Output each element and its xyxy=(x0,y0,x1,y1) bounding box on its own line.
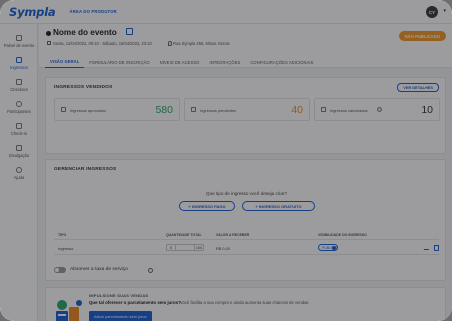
sidebar-item-label: Check-in xyxy=(10,131,28,136)
sidebar-item-label: Painel de evento xyxy=(3,43,35,48)
tab-registration-form[interactable]: FORMULÁRIO DE INSCRIÇÃO xyxy=(84,56,154,68)
stat-label: Ingressos aprovados xyxy=(70,108,107,113)
quantity-total[interactable]: 100 xyxy=(194,245,203,250)
edit-icon[interactable] xyxy=(423,245,432,250)
add-free-ticket-button[interactable]: + INGRESSO GRATUITO xyxy=(242,201,315,211)
tab-integrations[interactable]: INTEGRAÇÕES xyxy=(204,56,245,68)
absorb-fee-label: Absorver a taxa de serviço xyxy=(70,267,128,272)
location-pin-icon xyxy=(168,41,172,46)
ticket-icon xyxy=(191,107,196,112)
help-icon xyxy=(16,167,22,173)
sidebar-item-checkin[interactable]: Check-in xyxy=(0,122,38,142)
tab-access-levels[interactable]: NÍVEIS DE ACESSO xyxy=(155,56,205,68)
event-header: Nome do evento Sexta, 12/04/2022, 09:10 … xyxy=(39,24,452,68)
sidebar-item-label: Divulgação xyxy=(8,153,30,158)
event-date: Sexta, 12/04/2022, 09:10 - Sábado, 15/04… xyxy=(53,41,152,46)
view-details-button[interactable]: VER DETALHES xyxy=(397,83,439,92)
table-row: Ingresso 0 100 R$ 0,00 PÚBLICO xyxy=(54,241,439,255)
cart-icon xyxy=(16,79,22,85)
dashboard-icon xyxy=(16,35,22,41)
sympla-logo[interactable]: Sympla xyxy=(9,5,56,19)
chevron-down-icon[interactable]: ▾ xyxy=(443,8,446,14)
help-icon[interactable] xyxy=(377,107,382,112)
quantity-stepper[interactable]: 0 100 xyxy=(166,244,204,251)
event-location: Rua Sympla 456, Minas Gerais xyxy=(173,41,230,46)
quantity-value[interactable]: 0 xyxy=(167,245,176,250)
sidebar-item-label: Checkout xyxy=(10,87,28,92)
trash-icon[interactable] xyxy=(434,245,439,251)
stat-pending: Ingressos pendentes 40 xyxy=(184,98,310,121)
promo-question: Que tal oferecer o parcelamento sem juro… xyxy=(89,300,181,305)
column-header: VALOR A RECEBER xyxy=(216,233,250,237)
stat-cancelled: Ingressos cancelados 10 xyxy=(314,98,440,121)
toggle-knob xyxy=(332,246,336,250)
tab-overview[interactable]: VISÃO GERAL xyxy=(45,56,85,68)
sidebar-item-label: Ingressos xyxy=(10,65,28,70)
sidebar-item-help[interactable]: Ajuda xyxy=(0,166,38,186)
status-badge[interactable]: NÃO PUBLICADO xyxy=(398,31,446,41)
people-icon xyxy=(16,101,22,107)
external-link-icon[interactable] xyxy=(126,28,133,35)
sidebar-item-dashboard[interactable]: Painel de evento xyxy=(0,34,38,54)
tab-additional-settings[interactable]: CONFIGURAÇÕES ADICIONAIS xyxy=(245,56,318,68)
sidebar-item-checkout[interactable]: Checkout xyxy=(0,78,38,98)
producer-area-link[interactable]: ÁREA DO PRODUTOR xyxy=(70,9,117,14)
ticket-icon xyxy=(321,107,326,112)
card-title: INGRESSOS VENDIDOS xyxy=(54,85,113,90)
visibility-toggle[interactable]: PÚBLICO xyxy=(318,244,338,251)
status-dot xyxy=(46,31,51,36)
ticket-value: R$ 0,00 xyxy=(216,245,231,251)
ticket-type: Ingresso xyxy=(58,245,74,251)
tab-bar: VISÃO GERAL FORMULÁRIO DE INSCRIÇÃO NÍVE… xyxy=(45,56,319,68)
manage-tickets-card: GERENCIAR INGRESSOS Que tipo de ingresso… xyxy=(45,159,446,281)
ticket-icon xyxy=(61,107,66,112)
stat-value: 580 xyxy=(155,104,173,116)
sidebar-item-participants[interactable]: Participantes xyxy=(0,100,38,120)
megaphone-icon xyxy=(16,145,22,151)
column-header: QUANTIDADE TOTAL xyxy=(166,233,202,237)
absorb-fee-toggle[interactable] xyxy=(54,267,66,273)
create-ticket-question: Que tipo de ingresso você deseja criar? xyxy=(206,191,287,196)
card-title: GERENCIAR INGRESSOS xyxy=(54,167,117,172)
help-icon[interactable] xyxy=(148,267,153,273)
calendar-icon xyxy=(47,41,51,45)
tickets-sold-card: INGRESSOS VENDIDOS VER DETALHES Ingresso… xyxy=(45,77,446,154)
stat-value: 10 xyxy=(421,104,433,116)
main-content: Nome do evento Sexta, 12/04/2022, 09:10 … xyxy=(39,24,452,321)
sidebar-item-label: Ajuda xyxy=(13,175,25,180)
toggle-knob xyxy=(55,268,59,272)
stat-label: Ingressos cancelados xyxy=(330,108,368,113)
column-header: VISIBILIDADE DO INGRESSO xyxy=(318,233,367,237)
stat-label: Ingressos pendentes xyxy=(200,108,237,113)
column-header: TIPO xyxy=(58,233,67,237)
top-bar: Sympla ÁREA DO PRODUTOR CY ▾ xyxy=(0,0,452,24)
page-title: Nome do evento xyxy=(53,28,117,37)
sidebar-item-label: Participantes xyxy=(7,109,31,114)
promo-card: IMPULSIONE SUAS VENDAS Que tal oferecer … xyxy=(45,287,446,321)
promo-text: Você facilita a sua compra e ainda aumen… xyxy=(180,300,309,305)
sidebar: Painel de evento Ingressos Checkout Part… xyxy=(0,24,38,321)
avatar[interactable]: CY xyxy=(426,6,438,18)
promo-kicker: IMPULSIONE SUAS VENDAS xyxy=(89,293,149,298)
stat-approved: Ingressos aprovados 580 xyxy=(54,98,180,121)
promo-illustration xyxy=(56,300,82,321)
add-paid-ticket-button[interactable]: + INGRESSO PAGO xyxy=(179,201,235,211)
ticket-icon xyxy=(16,57,22,63)
app-frame: Sympla ÁREA DO PRODUTOR CY ▾ Painel de e… xyxy=(0,0,452,321)
stat-value: 40 xyxy=(291,104,303,116)
sidebar-item-promotion[interactable]: Divulgação xyxy=(0,144,38,164)
sidebar-item-tickets[interactable]: Ingressos xyxy=(0,56,38,76)
table-header: TIPO QUANTIDADE TOTAL VALOR A RECEBER VI… xyxy=(54,230,439,240)
enable-installments-button[interactable]: Ativar parcelamento sem juros xyxy=(89,311,152,321)
checkin-icon xyxy=(16,123,22,129)
